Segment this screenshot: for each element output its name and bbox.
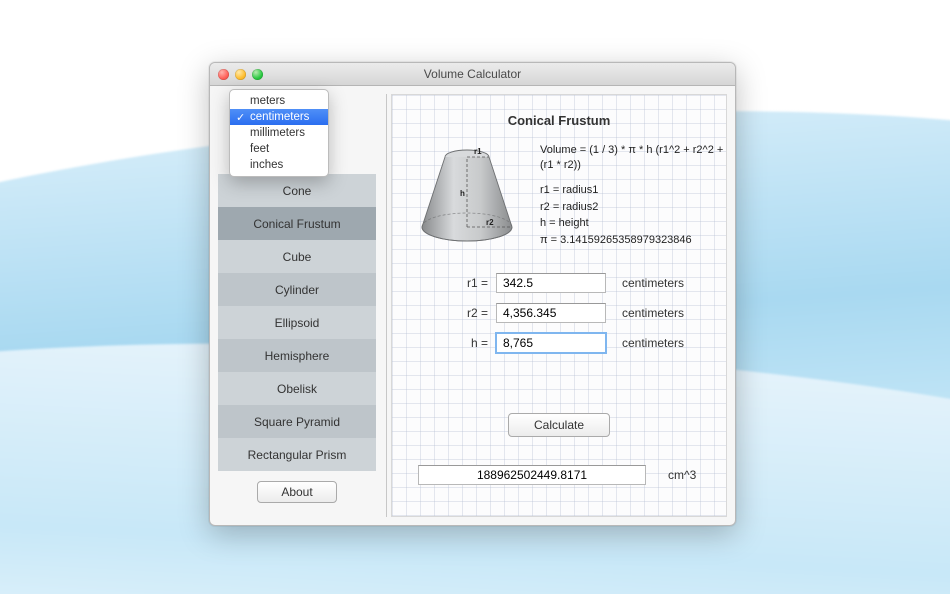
- main-panel: Conical Frustum: [391, 94, 727, 517]
- sidebar-item-cylinder[interactable]: Cylinder: [218, 273, 376, 306]
- shape-heading: Conical Frustum: [392, 113, 726, 128]
- vertical-divider: [386, 94, 387, 517]
- result-field[interactable]: [418, 465, 646, 485]
- close-icon[interactable]: [218, 69, 229, 80]
- input-field-h[interactable]: [496, 333, 606, 353]
- inputs-group: r1 = centimeters r2 = centimeters h = centime…: [452, 273, 722, 363]
- zoom-icon[interactable]: [252, 69, 263, 80]
- titlebar: Volume Calculator: [210, 63, 735, 86]
- units-option-feet[interactable]: feet: [230, 141, 328, 157]
- sidebar-item-cube[interactable]: Cube: [218, 240, 376, 273]
- sidebar-item-rectangular-prism[interactable]: Rectangular Prism: [218, 438, 376, 471]
- units-dropdown[interactable]: meters✓centimetersmillimetersfeetinches: [229, 89, 329, 177]
- checkmark-icon: ✓: [236, 111, 245, 124]
- frustum-illustration: r1 h r2: [408, 141, 526, 251]
- unit-label: centimeters: [622, 336, 684, 350]
- about-button[interactable]: About: [257, 481, 337, 503]
- calculate-button[interactable]: Calculate: [508, 413, 610, 437]
- sidebar-item-hemisphere[interactable]: Hemisphere: [218, 339, 376, 372]
- label-r2: r2: [486, 218, 494, 227]
- unit-label: centimeters: [622, 276, 684, 290]
- input-label: r1 =: [452, 276, 488, 290]
- formula-line: Volume = (1 / 3) * π * h (r1^2 + r2^2 + …: [540, 143, 725, 173]
- sidebar-item-square-pyramid[interactable]: Square Pyramid: [218, 405, 376, 438]
- sidebar-item-cone[interactable]: Cone: [218, 174, 376, 207]
- formula-def: π = 3.14159265358979323846: [540, 233, 725, 248]
- units-option-inches[interactable]: inches: [230, 157, 328, 173]
- formula-def: h = height: [540, 216, 725, 231]
- window-title: Volume Calculator: [210, 67, 735, 81]
- input-label: h =: [452, 336, 488, 350]
- formula-def: r1 = radius1: [540, 183, 725, 198]
- input-field-r1[interactable]: [496, 273, 606, 293]
- formula-block: Volume = (1 / 3) * π * h (r1^2 + r2^2 + …: [540, 143, 725, 250]
- result-unit: cm^3: [668, 468, 696, 482]
- shape-list: ConeConical FrustumCubeCylinderEllipsoid…: [218, 174, 376, 471]
- units-option-millimeters[interactable]: millimeters: [230, 125, 328, 141]
- minimize-icon[interactable]: [235, 69, 246, 80]
- label-r1: r1: [474, 147, 482, 156]
- input-field-r2[interactable]: [496, 303, 606, 323]
- formula-def: r2 = radius2: [540, 200, 725, 215]
- app-window: Volume Calculator ConeConical FrustumCub…: [209, 62, 736, 526]
- units-option-meters[interactable]: meters: [230, 93, 328, 109]
- sidebar-item-conical-frustum[interactable]: Conical Frustum: [218, 207, 376, 240]
- units-option-centimeters[interactable]: ✓centimeters: [230, 109, 328, 125]
- input-label: r2 =: [452, 306, 488, 320]
- unit-label: centimeters: [622, 306, 684, 320]
- label-h: h: [460, 189, 465, 198]
- sidebar-item-obelisk[interactable]: Obelisk: [218, 372, 376, 405]
- sidebar-item-ellipsoid[interactable]: Ellipsoid: [218, 306, 376, 339]
